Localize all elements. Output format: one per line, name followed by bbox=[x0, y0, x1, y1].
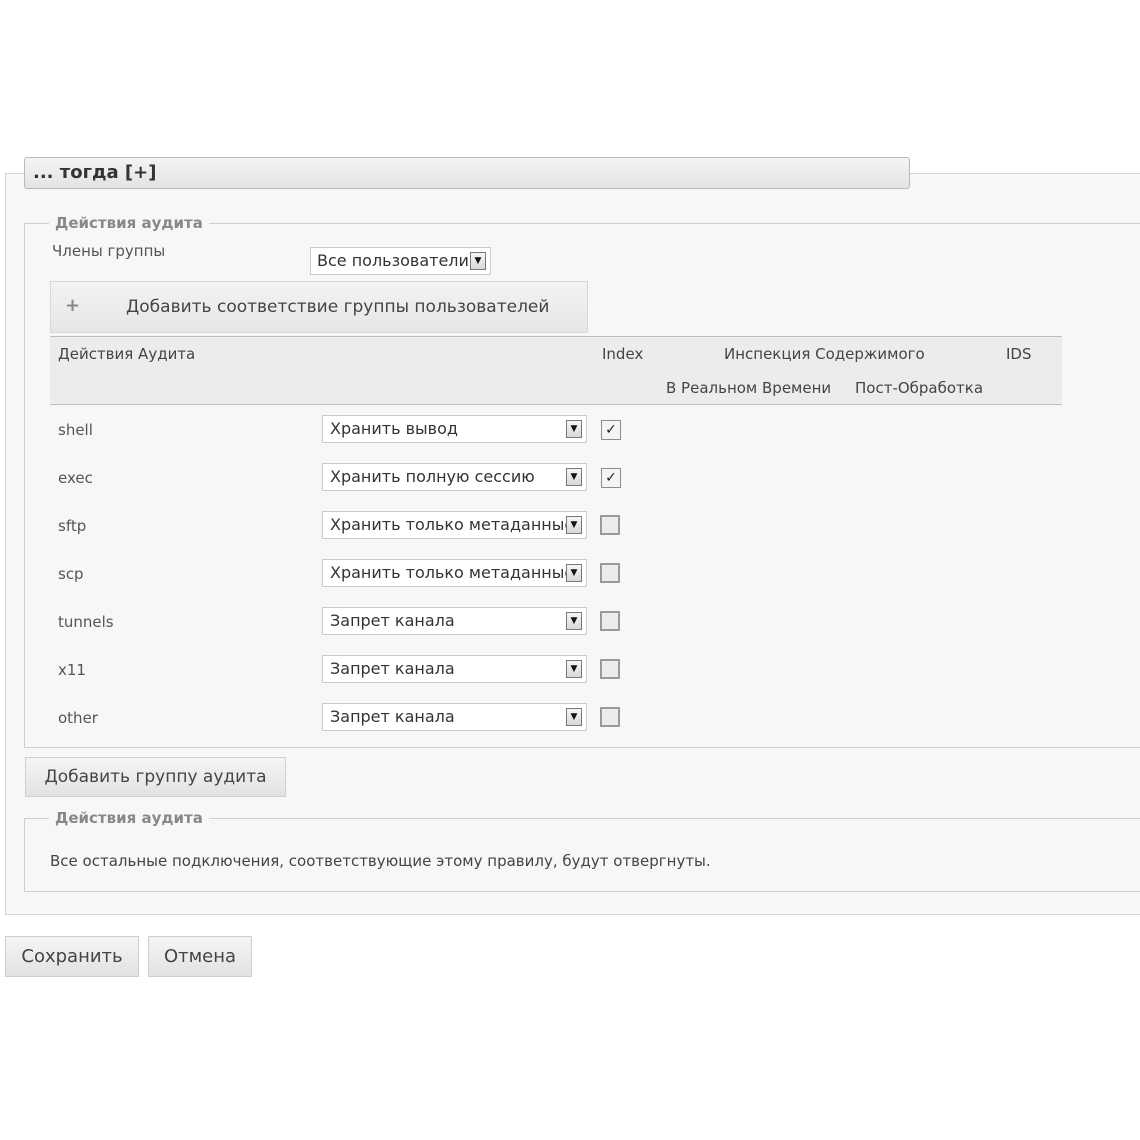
chevron-down-icon[interactable]: ▼ bbox=[566, 468, 582, 486]
row-index-checkbox[interactable] bbox=[600, 659, 620, 679]
row-action-select[interactable]: Запрет канала ▼ bbox=[322, 655, 587, 683]
header-index: Index bbox=[602, 345, 644, 363]
row-index-checkbox[interactable]: ✓ bbox=[601, 468, 621, 488]
row-name: tunnels bbox=[58, 613, 114, 631]
row-index-checkbox[interactable] bbox=[600, 611, 620, 631]
row-action-value: Хранить полную сессию bbox=[330, 467, 535, 486]
row-name: other bbox=[58, 709, 98, 727]
header-content-inspection: Инспекция Содержимого bbox=[724, 345, 925, 363]
header-post-processing: Пост-Обработка bbox=[855, 379, 984, 397]
row-action-select[interactable]: Хранить полную сессию ▼ bbox=[322, 463, 587, 491]
group-members-value: Все пользователи bbox=[317, 251, 469, 270]
cancel-button[interactable]: Отмена bbox=[148, 936, 252, 977]
audit-group-legend: Действия аудита bbox=[49, 214, 209, 232]
table-header-row-1: Действия Аудита Index Инспекция Содержим… bbox=[50, 336, 1062, 372]
row-action-select[interactable]: Запрет канала ▼ bbox=[322, 703, 587, 731]
row-action-value: Запрет канала bbox=[330, 659, 455, 678]
row-index-checkbox[interactable] bbox=[600, 563, 620, 583]
row-name: scp bbox=[58, 565, 84, 583]
header-realtime: В Реальном Времени bbox=[666, 379, 832, 397]
row-action-value: Хранить только метаданные bbox=[330, 563, 575, 582]
group-members-select[interactable]: Все пользователи ▼ bbox=[310, 247, 491, 275]
chevron-down-icon[interactable]: ▼ bbox=[566, 516, 582, 534]
row-action-value: Запрет канала bbox=[330, 611, 455, 630]
panel-header[interactable]: ... тогда [+] bbox=[24, 157, 910, 189]
default-actions-text: Все остальные подключения, соответствующ… bbox=[50, 852, 711, 870]
chevron-down-icon[interactable]: ▼ bbox=[566, 708, 582, 726]
add-audit-group-button[interactable]: Добавить группу аудита bbox=[25, 757, 286, 797]
panel-title[interactable]: ... тогда [+] bbox=[33, 162, 156, 183]
row-action-select[interactable]: Хранить вывод ▼ bbox=[322, 415, 587, 443]
chevron-down-icon[interactable]: ▼ bbox=[470, 252, 486, 270]
add-audit-group-label: Добавить группу аудита bbox=[44, 767, 267, 787]
row-action-value: Хранить вывод bbox=[330, 419, 458, 438]
row-action-value: Хранить только метаданные bbox=[330, 515, 575, 534]
row-index-checkbox[interactable] bbox=[600, 515, 620, 535]
row-name: sftp bbox=[58, 517, 87, 535]
group-members-label: Члены группы bbox=[52, 242, 166, 260]
add-group-match-button[interactable]: + Добавить соответствие группы пользоват… bbox=[50, 281, 588, 333]
default-actions-legend: Действия аудита bbox=[49, 809, 209, 827]
row-action-select[interactable]: Хранить только метаданные ▼ bbox=[322, 511, 587, 539]
chevron-down-icon[interactable]: ▼ bbox=[566, 420, 582, 438]
header-actions: Действия Аудита bbox=[58, 345, 196, 363]
add-group-match-label: Добавить соответствие группы пользовател… bbox=[126, 297, 550, 317]
save-label: Сохранить bbox=[21, 946, 123, 967]
row-name: x11 bbox=[58, 661, 86, 679]
plus-icon: + bbox=[65, 295, 81, 316]
row-action-value: Запрет канала bbox=[330, 707, 455, 726]
row-name: shell bbox=[58, 421, 93, 439]
cancel-label: Отмена bbox=[163, 946, 237, 967]
row-index-checkbox[interactable]: ✓ bbox=[601, 420, 621, 440]
table-header-row-2: В Реальном Времени Пост-Обработка bbox=[50, 371, 1062, 405]
checkmark-icon: ✓ bbox=[605, 422, 617, 438]
checkmark-icon: ✓ bbox=[605, 470, 617, 486]
row-action-select[interactable]: Запрет канала ▼ bbox=[322, 607, 587, 635]
row-name: exec bbox=[58, 469, 93, 487]
chevron-down-icon[interactable]: ▼ bbox=[566, 564, 582, 582]
row-action-select[interactable]: Хранить только метаданные ▼ bbox=[322, 559, 587, 587]
header-ids: IDS bbox=[1006, 345, 1032, 363]
chevron-down-icon[interactable]: ▼ bbox=[566, 660, 582, 678]
chevron-down-icon[interactable]: ▼ bbox=[566, 612, 582, 630]
save-button[interactable]: Сохранить bbox=[5, 936, 139, 977]
row-index-checkbox[interactable] bbox=[600, 707, 620, 727]
